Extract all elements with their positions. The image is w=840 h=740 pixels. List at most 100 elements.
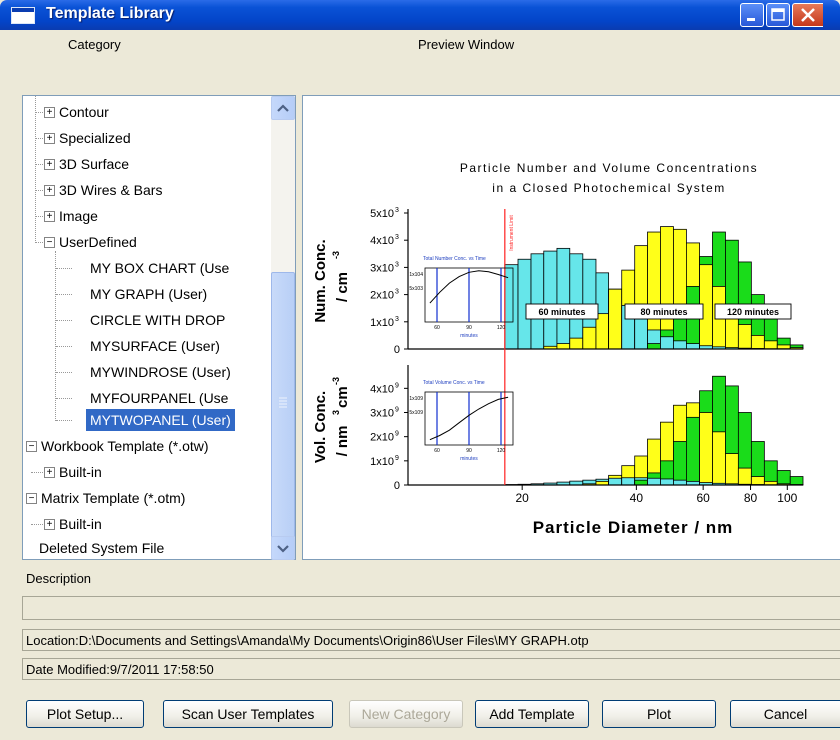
expand-icon[interactable]: + bbox=[44, 211, 55, 222]
series-label: 60 minutes bbox=[538, 307, 585, 317]
tree-line bbox=[55, 251, 56, 421]
window-icon bbox=[11, 7, 35, 24]
chart-bar bbox=[750, 476, 765, 486]
y-tick-label: 3x10 bbox=[370, 408, 394, 420]
chart-bar bbox=[776, 470, 791, 486]
y-tick-exponent: 9 bbox=[395, 382, 399, 389]
chart-bar bbox=[556, 247, 571, 350]
minimize-button[interactable] bbox=[740, 3, 764, 27]
chart-bar bbox=[660, 336, 674, 350]
y-tick-label: 1x10 bbox=[370, 456, 394, 468]
title-bar[interactable]: Template Library bbox=[0, 0, 840, 30]
chart-bar bbox=[737, 324, 752, 350]
scroll-up-button[interactable] bbox=[271, 96, 295, 120]
tree-item-label: Specialized bbox=[59, 130, 131, 146]
chart-bar bbox=[647, 477, 661, 486]
scroll-down-button[interactable] bbox=[271, 536, 295, 560]
chart-bar bbox=[634, 318, 648, 350]
y-tick-exponent: 3 bbox=[395, 316, 399, 323]
inset-y-tick-label: 1x104 bbox=[409, 272, 423, 278]
chart-bar bbox=[763, 340, 778, 350]
y-axis-label-line1: Vol. Conc. bbox=[312, 391, 329, 463]
collapse-icon[interactable]: − bbox=[44, 237, 55, 248]
tree-item-label: MY BOX CHART (Use bbox=[90, 260, 230, 276]
close-button[interactable] bbox=[792, 3, 823, 27]
chart-bar bbox=[569, 253, 584, 350]
new-category-button[interactable]: New Category bbox=[349, 700, 463, 728]
close-icon bbox=[801, 8, 815, 22]
plot-button[interactable]: Plot bbox=[602, 700, 716, 728]
tree-item-label: MY GRAPH (User) bbox=[90, 286, 208, 302]
y-tick-exponent: 3 bbox=[395, 289, 399, 296]
y-tick-exponent: 9 bbox=[395, 455, 399, 462]
expand-icon[interactable]: + bbox=[44, 133, 55, 144]
y-tick-label: 0 bbox=[394, 344, 400, 356]
chart-subtitle: in a Closed Photochemical System bbox=[492, 181, 725, 195]
y-tick-label: 2x10 bbox=[370, 432, 394, 444]
chart-bar bbox=[789, 476, 804, 486]
tree-item-label: Image bbox=[59, 208, 98, 224]
x-axis-label: Particle Diameter / nm bbox=[533, 518, 734, 537]
plot-area: 01x10 32x10 33x10 34x10 35x10 3Num. Conc. / cm… bbox=[312, 207, 804, 505]
collapse-icon[interactable]: − bbox=[26, 441, 37, 452]
inset-y-tick-label: 5x109 bbox=[409, 410, 423, 416]
expand-icon[interactable]: + bbox=[44, 159, 55, 170]
chart-bar bbox=[608, 288, 623, 350]
y-axis-label-exponent: -3 bbox=[331, 377, 341, 385]
tree-scrollbar[interactable] bbox=[271, 96, 295, 560]
chart-bar bbox=[621, 477, 636, 486]
window-title: Template Library bbox=[46, 5, 174, 22]
scan-user-templates-button[interactable]: Scan User Templates bbox=[163, 700, 333, 728]
maximize-icon bbox=[771, 8, 785, 21]
expand-icon[interactable]: + bbox=[44, 519, 55, 530]
tree-item-label: CIRCLE WITH DROP bbox=[90, 312, 226, 328]
inset-y-tick-label: 5x103 bbox=[409, 286, 423, 292]
grip-icon bbox=[279, 397, 287, 408]
inset-x-label: minutes bbox=[460, 333, 478, 339]
category-label: Category bbox=[68, 37, 121, 52]
minimize-icon bbox=[747, 18, 755, 21]
chart-bar bbox=[673, 340, 687, 350]
y-axis-label-line2b: cm bbox=[334, 386, 351, 408]
chart-bar bbox=[686, 343, 700, 350]
tree-line bbox=[35, 96, 36, 241]
y-tick-label: 3x10 bbox=[370, 262, 394, 274]
y-axis-label-exponent: 3 bbox=[331, 410, 341, 415]
y-tick-label: 0 bbox=[394, 480, 400, 492]
maximize-button[interactable] bbox=[766, 3, 790, 27]
tree-item-label: Workbook Template (*.otw) bbox=[41, 438, 209, 454]
cancel-button[interactable]: Cancel bbox=[730, 700, 840, 728]
chart-bar bbox=[530, 253, 545, 350]
tree-item-user-template-selected[interactable]: MYTWOPANEL (User) bbox=[56, 409, 260, 431]
expand-icon[interactable]: + bbox=[44, 467, 55, 478]
tree-item-deleted-system-file[interactable]: Deleted System File bbox=[39, 537, 164, 559]
series-label: 120 minutes bbox=[727, 307, 779, 317]
x-tick-label: 40 bbox=[630, 491, 644, 505]
preview-window: Particle Number and Volume Concentration… bbox=[302, 95, 840, 560]
chart-bar bbox=[582, 326, 597, 350]
tree-item-label: MYFOURPANEL (Use bbox=[90, 390, 229, 406]
inset-y-tick-label: 1x109 bbox=[409, 396, 423, 402]
y-axis-label-line2: / cm bbox=[334, 272, 351, 302]
chart-bar bbox=[673, 479, 687, 486]
scroll-thumb[interactable] bbox=[271, 272, 295, 538]
tree-item-label: 3D Wires & Bars bbox=[59, 182, 163, 198]
expand-icon[interactable]: + bbox=[44, 185, 55, 196]
collapse-icon[interactable]: − bbox=[26, 493, 37, 504]
chart-bar bbox=[750, 334, 765, 350]
instrument-limit-label: Instrument Limit bbox=[509, 215, 515, 251]
y-tick-exponent: 3 bbox=[395, 207, 399, 214]
y-tick-label: 1x10 bbox=[370, 317, 394, 329]
plot-setup-button[interactable]: Plot Setup... bbox=[26, 700, 144, 728]
y-tick-label: 5x10 bbox=[370, 208, 394, 220]
chart-title: Particle Number and Volume Concentration… bbox=[460, 161, 758, 175]
chart-bar bbox=[699, 412, 713, 486]
category-tree[interactable]: + Contour + Specialized + 3D Surface + 3… bbox=[22, 95, 296, 560]
expand-icon[interactable]: + bbox=[44, 107, 55, 118]
chart-bar bbox=[569, 337, 584, 350]
inset-x-tick-label: 90 bbox=[466, 448, 472, 454]
add-template-button[interactable]: Add Template bbox=[475, 700, 589, 728]
inset-title: Total Volume Conc. vs Time bbox=[423, 380, 485, 386]
description-label: Description bbox=[26, 571, 92, 586]
description-field bbox=[22, 596, 840, 620]
